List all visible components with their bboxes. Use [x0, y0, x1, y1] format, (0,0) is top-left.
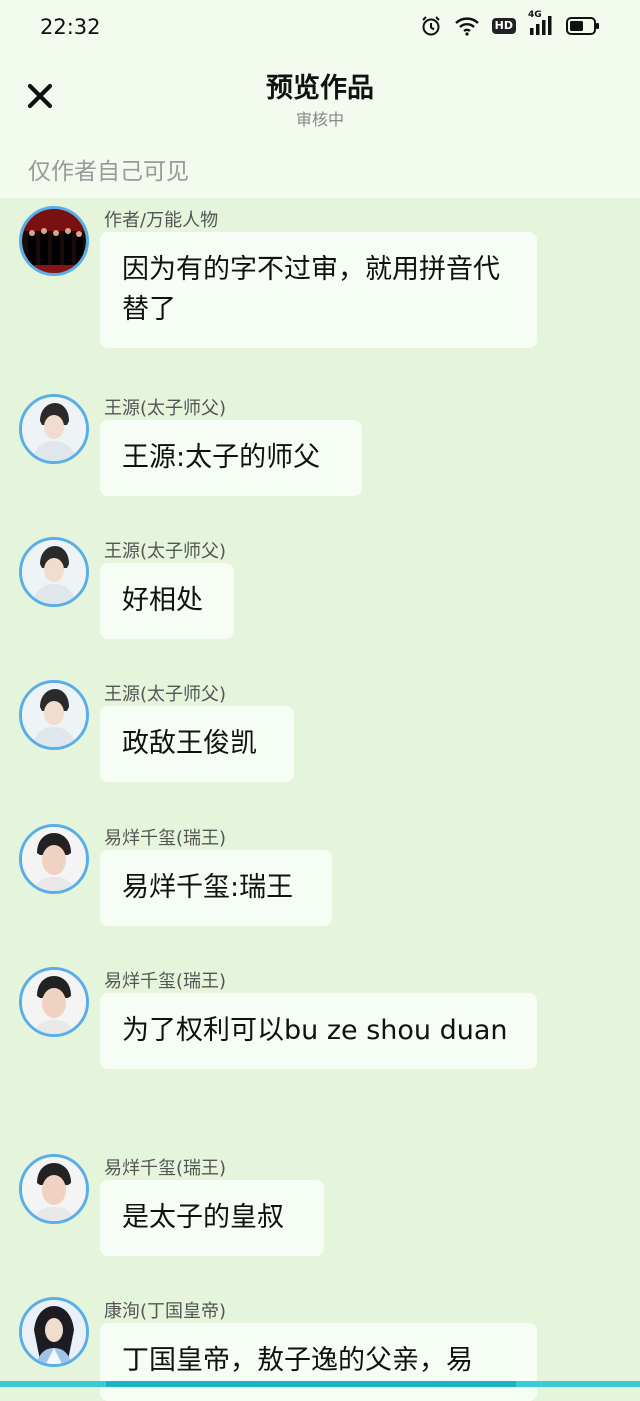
speaker-name: 易烊千玺(瑞王) [104, 828, 227, 849]
message-bubble: 丁国皇帝，敖子逸的父亲，易 [100, 1323, 537, 1401]
speaker-name: 易烊千玺(瑞王) [104, 971, 227, 992]
message-bubble: 好相处 [100, 563, 234, 639]
message-bubble: 王源:太子的师父 [100, 420, 362, 496]
hd-icon: HD [491, 18, 516, 34]
bottom-bar [0, 1381, 640, 1387]
message-bubble: 是太子的皇叔 [100, 1180, 324, 1256]
message-bubble: 易烊千玺:瑞王 [100, 850, 332, 926]
alarm-icon [420, 15, 442, 37]
top-header: 22:32 HD 4G 预览作品 审核中 仅作者自己可见 [0, 0, 640, 198]
speaker-name: 易烊千玺(瑞王) [104, 1158, 227, 1179]
status-icons: HD 4G [420, 10, 600, 37]
bottom-bar-thumb [106, 1381, 516, 1387]
yiyang-avatar[interactable] [19, 824, 89, 894]
speaker-name: 作者/万能人物 [104, 210, 219, 231]
review-status: 审核中 [295, 110, 344, 129]
page-title: 预览作品 [266, 73, 374, 104]
status-time: 22:32 [40, 15, 101, 39]
speaker-name: 王源(太子师父) [104, 541, 227, 562]
speaker-name: 康洵(丁国皇帝) [104, 1301, 227, 1322]
wifi-icon [454, 16, 480, 36]
battery-icon [566, 17, 600, 35]
speaker-name: 王源(太子师父) [104, 684, 227, 705]
wangyuan-avatar[interactable] [19, 394, 89, 464]
speaker-name: 王源(太子师父) [104, 398, 227, 419]
yiyang-avatar[interactable] [19, 967, 89, 1037]
wangyuan-avatar[interactable] [19, 680, 89, 750]
emperor-avatar[interactable] [19, 1297, 89, 1367]
signal-4g-icon: 4G [528, 10, 554, 36]
visibility-note: 仅作者自己可见 [28, 159, 189, 185]
message-bubble: 因为有的字不过审，就用拼音代替了 [100, 232, 537, 348]
message-bubble: 为了权利可以bu ze shou duan [100, 993, 537, 1069]
wangyuan-avatar[interactable] [19, 537, 89, 607]
message-bubble: 政敌王俊凯 [100, 706, 294, 782]
yiyang-avatar[interactable] [19, 1154, 89, 1224]
author-avatar[interactable] [19, 206, 89, 276]
